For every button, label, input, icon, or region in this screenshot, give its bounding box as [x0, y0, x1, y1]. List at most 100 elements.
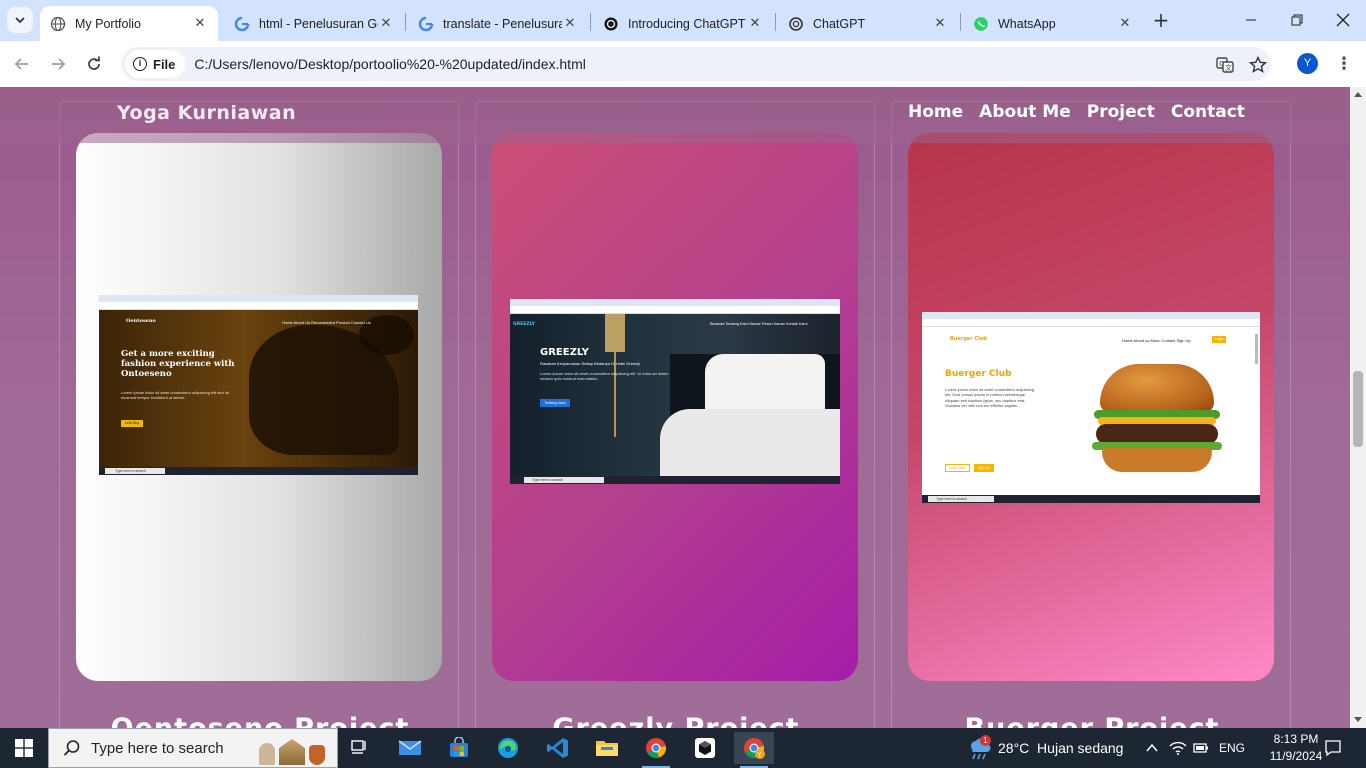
file-explorer-button[interactable]	[587, 732, 627, 764]
search-icon	[63, 740, 80, 756]
url-text[interactable]: C:/Users/lenovo/Desktop/portoolio%20-%20…	[194, 56, 585, 72]
tab-search-button[interactable]	[7, 7, 33, 33]
mail-icon	[398, 740, 422, 755]
close-window-button[interactable]	[1320, 0, 1366, 40]
mini-learn-more-button: Learn More	[945, 464, 970, 472]
project-card-greezly[interactable]: GREEZLY Beranda Tentang Kami Kamar Pesan…	[475, 101, 875, 728]
back-button[interactable]	[8, 50, 36, 78]
language-indicator[interactable]: ENG	[1219, 728, 1245, 768]
chrome-app-button[interactable]	[636, 732, 676, 768]
tab-whatsapp[interactable]: WhatsApp ✕	[963, 6, 1143, 41]
notification-icon	[1325, 740, 1341, 757]
clock-time: 8:13 PM	[1273, 732, 1319, 746]
nav-link-home[interactable]: Home	[908, 102, 963, 122]
project-card-oentoseno[interactable]: Oentoseno Home About Us Recomended Produ…	[59, 101, 459, 728]
clock[interactable]: 8:13 PM 11/9/2024	[1258, 731, 1334, 765]
site-info-chip[interactable]: i File	[125, 50, 186, 78]
translate-icon[interactable]: G文	[1215, 55, 1235, 75]
tab-title: translate - Penelusura	[443, 16, 562, 31]
mini-body-text: Lorem ipsum dolor sit amet consectetur a…	[540, 371, 669, 382]
google-icon	[234, 16, 250, 32]
mini-headline: Buerger Club	[945, 369, 1012, 379]
close-icon[interactable]: ✕	[747, 16, 763, 32]
weather-text: 28°C Hujan sedang	[998, 740, 1124, 756]
project-card-image-frame: GREEZLY Beranda Tentang Kami Kamar Pesan…	[492, 133, 858, 681]
tab-separator	[590, 13, 591, 31]
chevron-up-icon	[1146, 743, 1158, 752]
bookmark-star-icon[interactable]	[1248, 55, 1268, 75]
mini-taskbar: Type here to search	[922, 495, 1260, 503]
address-bar[interactable]: i File C:/Users/lenovo/Desktop/portoolio…	[121, 47, 1271, 81]
restore-button[interactable]	[1274, 0, 1320, 40]
tab-my-portfolio[interactable]: My Portfolio ✕	[40, 6, 218, 41]
taskbar-search-box[interactable]: Type here to search	[48, 728, 338, 768]
chrome-icon	[646, 738, 666, 758]
arrow-left-icon	[14, 58, 28, 70]
mini-logo: GREEZLY	[513, 322, 535, 327]
chrome-profile-app-button[interactable]: Y	[734, 732, 774, 768]
tab-title: My Portfolio	[75, 16, 141, 31]
tab-html-search[interactable]: html - Penelusuran Go ✕	[224, 6, 404, 41]
battery-icon	[1193, 743, 1208, 753]
notification-button[interactable]	[1324, 728, 1342, 768]
close-icon[interactable]: ✕	[378, 16, 394, 32]
nav-link-about[interactable]: About Me	[979, 102, 1071, 122]
close-icon[interactable]: ✕	[932, 16, 948, 32]
minimize-icon	[1246, 19, 1256, 21]
new-tab-button[interactable]: +	[1150, 9, 1172, 31]
tab-title: ChatGPT	[813, 16, 866, 31]
battery-button[interactable]	[1193, 728, 1209, 768]
arrow-right-icon	[52, 58, 66, 70]
nav-link-project[interactable]: Project	[1087, 102, 1155, 122]
mini-logo: Buerger Club	[950, 336, 987, 342]
site-brand[interactable]: Yoga Kurniawan	[117, 102, 296, 124]
page-viewport: Oentoseno Home About Us Recomended Produ…	[0, 87, 1350, 728]
vscode-app-button[interactable]	[538, 732, 578, 764]
mini-body-text: Lorem ipsum dolor sit amet consectetur a…	[945, 387, 1034, 409]
scroll-thumb[interactable]	[1353, 371, 1363, 447]
clock-date: 11/9/2024	[1269, 749, 1323, 763]
close-icon[interactable]: ✕	[562, 16, 578, 32]
network-button[interactable]	[1169, 728, 1187, 768]
mini-logo: Oentoseno	[126, 318, 156, 324]
page-scrollbar[interactable]	[1350, 87, 1366, 728]
tab-separator	[960, 13, 961, 31]
mini-body-text: Lorem ipsum dolor sit amet consectetur a…	[121, 390, 230, 401]
hero-background	[510, 314, 840, 476]
mini-nav: Beranda Tentang Kami Kamar Pesan Kamar K…	[710, 322, 808, 326]
profile-avatar[interactable]: Y	[1297, 53, 1318, 74]
reload-icon	[88, 56, 100, 70]
burger-illustration	[1092, 360, 1222, 480]
close-icon	[1336, 13, 1350, 27]
openai-icon	[788, 16, 804, 32]
tab-introducing-chatgpt[interactable]: Introducing ChatGPT ✕	[593, 6, 773, 41]
app-button-cube[interactable]	[685, 732, 725, 764]
whatsapp-icon	[973, 16, 989, 32]
reload-button[interactable]	[80, 50, 108, 78]
svg-text:文: 文	[1225, 63, 1232, 72]
nav-link-contact[interactable]: Contact	[1171, 102, 1245, 122]
chevron-down-icon	[15, 17, 25, 24]
menu-kebab-icon[interactable]: ⋮	[1334, 52, 1354, 76]
minimize-button[interactable]	[1228, 0, 1274, 40]
project-card-buerger[interactable]: Buerger Club Home About us Menu Contact …	[891, 101, 1291, 728]
tray-overflow-button[interactable]	[1145, 728, 1159, 768]
folder-icon	[596, 741, 618, 756]
tab-title: WhatsApp	[998, 16, 1056, 31]
start-button[interactable]	[0, 728, 48, 768]
tab-chatgpt[interactable]: ChatGPT ✕	[778, 6, 958, 41]
close-icon[interactable]: ✕	[192, 16, 208, 32]
tab-translate-search[interactable]: translate - Penelusura ✕	[408, 6, 588, 41]
store-icon	[450, 737, 468, 757]
scroll-up-arrow-icon[interactable]	[1354, 92, 1362, 97]
mail-app-button[interactable]	[390, 732, 430, 764]
weather-widget[interactable]: 1 28°C Hujan sedang	[966, 728, 1123, 768]
store-app-button[interactable]	[439, 732, 479, 764]
task-view-button[interactable]	[340, 732, 380, 764]
taskbar-search-placeholder: Type here to search	[91, 739, 224, 757]
forward-button[interactable]	[44, 50, 72, 78]
tab-separator	[405, 13, 406, 31]
scroll-down-arrow-icon[interactable]	[1354, 717, 1362, 722]
edge-app-button[interactable]	[488, 732, 528, 764]
close-icon[interactable]: ✕	[1117, 16, 1133, 32]
